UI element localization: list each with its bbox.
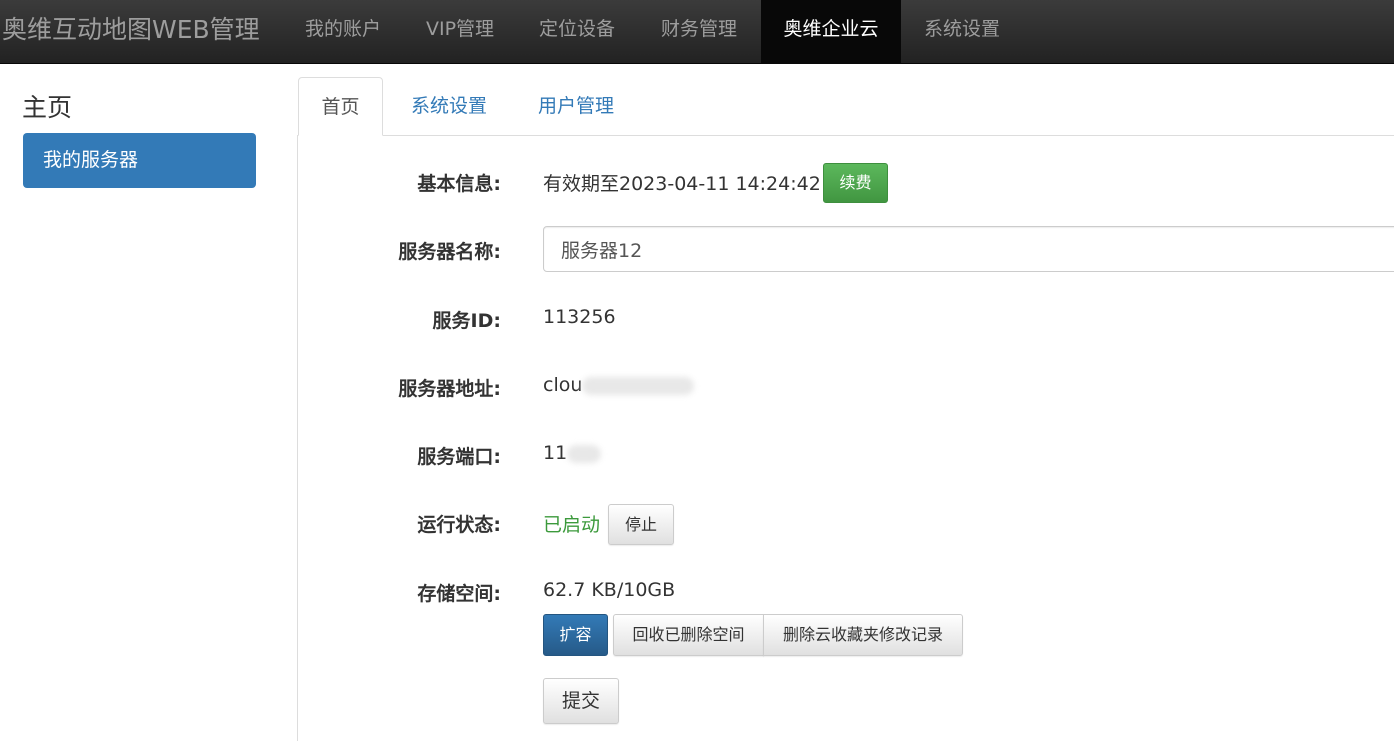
expiry-date-text: 有效期至2023-04-11 14:24:42 xyxy=(543,173,821,195)
nav-positioning-devices[interactable]: 定位设备 xyxy=(518,0,636,64)
top-navbar: 奥维互动地图WEB管理 我的账户 VIP管理 定位设备 财务管理 奥维企业云 系… xyxy=(0,0,1394,64)
service-port-label: 服务端口: xyxy=(417,446,501,468)
storage-label: 存储空间: xyxy=(417,583,501,605)
sidebar-title: 主页 xyxy=(22,93,73,122)
reclaim-space-button[interactable]: 回收已删除空间 xyxy=(613,614,764,656)
run-status-value: 已启动 xyxy=(543,514,601,536)
sidebar-item-my-servers[interactable]: 我的服务器 xyxy=(23,133,256,188)
stop-button[interactable]: 停止 xyxy=(608,504,674,545)
redaction-blur xyxy=(582,376,695,395)
service-id-label: 服务ID: xyxy=(432,310,501,332)
expand-button[interactable]: 扩容 xyxy=(543,614,608,656)
nav-system-settings[interactable]: 系统设置 xyxy=(903,0,1021,64)
nav-my-account[interactable]: 我的账户 xyxy=(284,0,402,64)
storage-value: 62.7 KB/10GB xyxy=(543,579,676,601)
server-name-label: 服务器名称: xyxy=(398,241,501,263)
run-status-label: 运行状态: xyxy=(417,514,501,536)
submit-button[interactable]: 提交 xyxy=(543,678,619,724)
nav-enterprise-cloud[interactable]: 奥维企业云 xyxy=(761,0,901,64)
server-name-input[interactable] xyxy=(543,226,1394,272)
tab-system-settings[interactable]: 系统设置 xyxy=(393,77,505,136)
service-port-value: 11 xyxy=(543,442,602,464)
redaction-blur xyxy=(567,444,602,463)
panel-left-border xyxy=(297,135,298,741)
tab-user-management[interactable]: 用户管理 xyxy=(520,77,632,136)
service-id-value: 113256 xyxy=(543,306,616,328)
nav-vip-management[interactable]: VIP管理 xyxy=(404,0,516,64)
delete-history-button[interactable]: 删除云收藏夹修改记录 xyxy=(763,614,963,656)
service-port-text: 11 xyxy=(543,442,568,464)
server-address-text: clou xyxy=(543,374,583,396)
renew-button[interactable]: 续费 xyxy=(823,163,888,203)
server-address-label: 服务器地址: xyxy=(398,378,501,400)
tab-home[interactable]: 首页 xyxy=(298,77,383,136)
basic-info-label: 基本信息: xyxy=(417,173,501,195)
server-address-value: clou xyxy=(543,374,695,396)
nav-finance-management[interactable]: 财务管理 xyxy=(640,0,758,64)
app-brand[interactable]: 奥维互动地图WEB管理 xyxy=(2,0,260,64)
